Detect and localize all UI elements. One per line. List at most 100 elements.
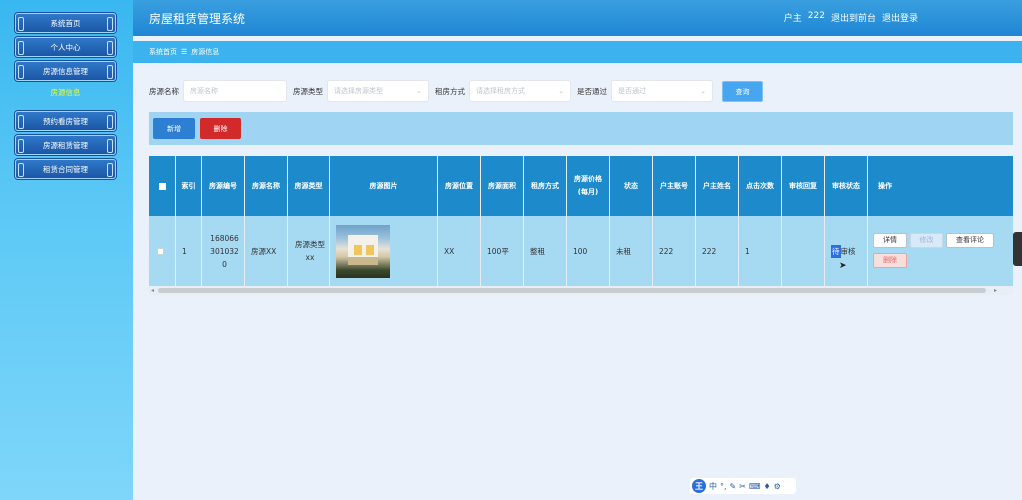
col-area: 房源面积 — [481, 156, 524, 216]
mode-label: 租房方式 — [435, 86, 465, 96]
scroll-right-icon[interactable]: ▸ — [994, 287, 997, 294]
cell-reply — [782, 216, 825, 286]
col-price: 房源价格(每月) — [567, 156, 610, 216]
sidebar-item-home[interactable]: 系统首页 — [15, 13, 116, 33]
action-bar: 新增 删除 — [149, 112, 1013, 145]
side-drawer-handle[interactable] — [1013, 232, 1022, 266]
breadcrumb-separator-icon: ☰ — [181, 48, 188, 56]
user-name: 222 — [807, 11, 825, 21]
mode-select[interactable]: 请选择租房方式 ⌄ — [469, 80, 571, 102]
user-role: 户主 — [783, 14, 802, 24]
col-index: 索引 — [176, 156, 202, 216]
mouse-cursor-icon: ➤ — [839, 261, 847, 271]
chevron-down-icon: ⌄ — [416, 87, 422, 95]
horizontal-scrollbar[interactable]: ◂ ▸ — [149, 286, 1013, 295]
col-type: 房源类型 — [288, 156, 330, 216]
cell-clicks: 1 — [739, 216, 782, 286]
sidebar-item-listing-management[interactable]: 房源信息管理 — [15, 61, 116, 81]
edit-button[interactable]: 修改 — [910, 233, 943, 248]
cell-type: 房源类型xx — [288, 216, 330, 286]
gear-icon[interactable]: ⚙ — [774, 482, 781, 491]
ime-toolbar: 王 中 °, ✎ ✂ ⌨ ♦ ⚙ — [690, 478, 796, 494]
ime-logo-icon[interactable]: 王 — [692, 479, 706, 493]
cell-code: 1680663010320 — [202, 216, 245, 286]
cell-ops: 详情 修改 查看评论 删除 — [868, 216, 1013, 286]
add-button[interactable]: 新增 — [153, 118, 195, 139]
sidebar-item-rental-management[interactable]: 房源租赁管理 — [15, 135, 116, 155]
sidebar-item-viewing-management[interactable]: 预约看房管理 — [15, 111, 116, 131]
cell-status: 未租 — [610, 216, 653, 286]
name-search-input[interactable]: 房源名称 — [183, 80, 287, 102]
user-menu: 户主 222 退出到前台 退出登录 — [784, 11, 918, 24]
row-checkbox[interactable] — [157, 247, 164, 255]
col-code: 房源编号 — [202, 156, 245, 216]
type-placeholder: 请选择房源类型 — [334, 87, 383, 95]
sidebar-item-label: 房源租赁管理 — [43, 140, 88, 150]
pass-label: 是否通过 — [577, 86, 607, 96]
sidebar-item-contract-management[interactable]: 租赁合同管理 — [15, 159, 116, 179]
ime-chinese-mode[interactable]: 中 — [709, 481, 717, 492]
cell-owner-name: 222 — [696, 216, 739, 286]
col-owner-name: 户主姓名 — [696, 156, 739, 216]
cell-index: 1 — [176, 216, 202, 286]
chevron-down-icon: ⌄ — [558, 87, 564, 95]
logout-link[interactable]: 退出登录 — [882, 11, 918, 24]
listing-table: 索引 房源编号 房源名称 房源类型 房源图片 房源位置 房源面积 租房方式 房源… — [149, 156, 1013, 295]
col-mode: 租房方式 — [524, 156, 567, 216]
sidebar-item-label: 租赁合同管理 — [43, 164, 88, 174]
cell-name: 房源XX — [245, 216, 288, 286]
detail-button[interactable]: 详情 — [873, 233, 907, 248]
audit-text: 审核 — [840, 246, 856, 256]
chevron-down-icon: ⌄ — [700, 87, 706, 95]
app-title: 房屋租赁管理系统 — [149, 12, 246, 26]
query-button[interactable]: 查询 — [722, 81, 763, 102]
type-label: 房源类型 — [293, 86, 323, 96]
scissors-icon[interactable]: ✂ — [739, 482, 746, 491]
cell-photo — [330, 216, 438, 286]
audit-selected-text: 待 — [831, 244, 841, 258]
col-owner-account: 户主账号 — [653, 156, 696, 216]
view-comments-button[interactable]: 查看评论 — [946, 233, 994, 248]
scroll-left-icon[interactable]: ◂ — [151, 287, 154, 294]
sidebar-item-profile[interactable]: 个人中心 — [15, 37, 116, 57]
sidebar-subitem-listing-info[interactable]: 房源信息 — [15, 87, 116, 98]
shirt-icon[interactable]: ♦ — [764, 482, 771, 491]
sidebar: 系统首页 个人中心 房源信息管理 房源信息 预约看房管理 房源租赁管理 租赁合同… — [0, 0, 133, 500]
pen-icon[interactable]: ✎ — [730, 482, 737, 491]
table-row: 1 1680663010320 房源XX 房源类型xx XX 100平 整租 1… — [149, 216, 1013, 286]
cell-price: 100 — [567, 216, 610, 286]
punctuation-icon[interactable]: °, — [720, 482, 727, 491]
cell-area: 100平 — [481, 216, 524, 286]
search-form: 房源名称 房源名称 房源类型 请选择房源类型 ⌄ 租房方式 请选择租房方式 ⌄ 是否… — [149, 80, 719, 102]
house-photo — [336, 224, 390, 278]
pass-placeholder: 是否通过 — [618, 87, 646, 95]
sidebar-item-label: 预约看房管理 — [43, 116, 88, 126]
cell-audit: 待审核 ➤ — [825, 216, 868, 286]
breadcrumb-home[interactable]: 系统首页 — [149, 47, 177, 57]
table-header: 索引 房源编号 房源名称 房源类型 房源图片 房源位置 房源面积 租房方式 房源… — [149, 156, 1013, 216]
col-ops: 操作 — [878, 181, 892, 190]
breadcrumb: 系统首页 ☰ 房源信息 — [133, 41, 1022, 63]
top-header: 房屋租赁管理系统 户主 222 退出到前台 退出登录 — [133, 0, 1022, 36]
type-select[interactable]: 请选择房源类型 ⌄ — [327, 80, 429, 102]
pass-select[interactable]: 是否通过 ⌄ — [611, 80, 713, 102]
sidebar-item-label: 系统首页 — [50, 18, 81, 28]
select-all-checkbox[interactable] — [158, 182, 166, 190]
cell-location: XX — [438, 216, 481, 286]
front-page-link[interactable]: 退出到前台 — [831, 11, 876, 24]
cell-owner-account: 222 — [653, 216, 696, 286]
col-audit: 审核状态 — [825, 156, 868, 216]
scrollbar-thumb[interactable] — [158, 288, 986, 293]
mode-placeholder: 请选择租房方式 — [476, 87, 525, 95]
keyboard-icon[interactable]: ⌨ — [749, 482, 761, 491]
cell-mode: 整租 — [524, 216, 567, 286]
col-clicks: 点击次数 — [739, 156, 782, 216]
row-delete-button[interactable]: 删除 — [873, 253, 907, 268]
sidebar-item-label: 房源信息管理 — [43, 66, 88, 76]
name-placeholder: 房源名称 — [190, 87, 218, 95]
breadcrumb-current: 房源信息 — [191, 48, 220, 56]
col-status: 状态 — [610, 156, 653, 216]
sidebar-item-label: 个人中心 — [50, 42, 81, 52]
col-reply: 审核回复 — [782, 156, 825, 216]
batch-delete-button[interactable]: 删除 — [200, 118, 241, 139]
